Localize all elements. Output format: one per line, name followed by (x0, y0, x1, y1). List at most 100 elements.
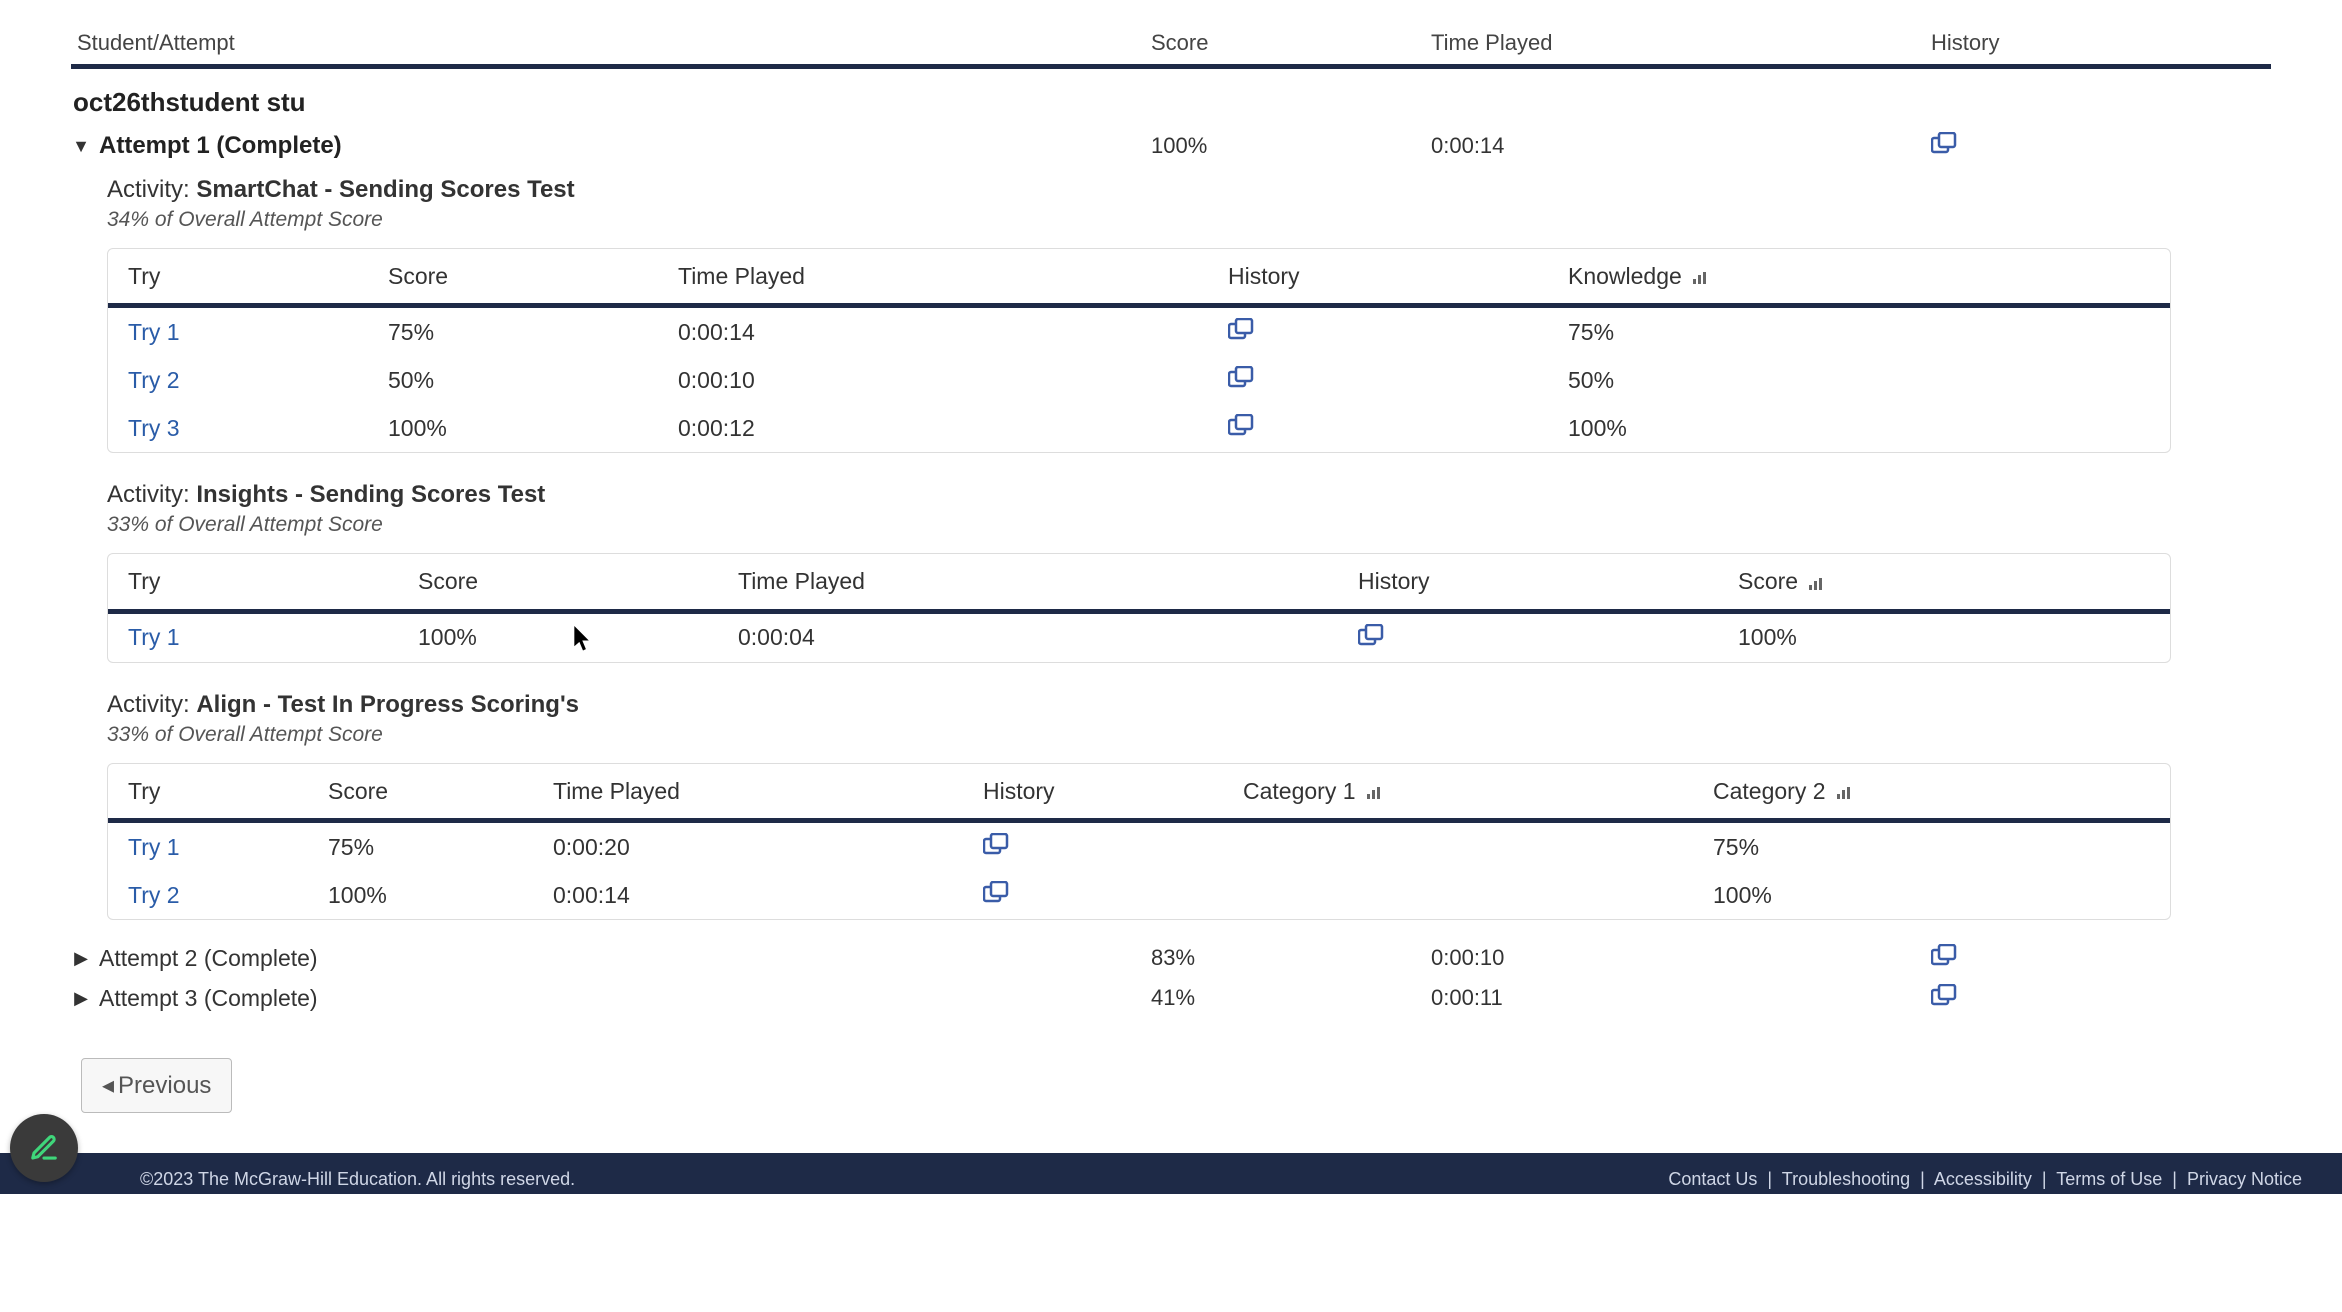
try-table: TryScoreTime PlayedHistoryKnowledge Try … (107, 248, 2171, 453)
try-table-row: Try 1 75% 0:00:14 75% (108, 308, 2170, 356)
try-table-header: TryScoreTime PlayedHistoryKnowledge (108, 249, 2170, 308)
history-icon[interactable] (1931, 944, 1957, 966)
try-col-header: Score (328, 778, 553, 806)
history-icon[interactable] (1358, 624, 1384, 646)
attempt-label: Attempt 1 (Complete) (99, 132, 342, 160)
attempt-score: 41% (1151, 985, 1431, 1011)
history-icon[interactable] (983, 833, 1009, 855)
bar-chart-icon (1808, 570, 1824, 597)
try-table-row: Try 1100%0:00:04100% (108, 614, 2170, 662)
try-link[interactable]: Try 1 (128, 319, 180, 345)
col-time: Time Played (1431, 30, 1931, 56)
history-icon[interactable] (1931, 132, 1957, 154)
activity-title: Activity: Align - Test In Progress Scori… (107, 691, 2271, 723)
try-col-header: Score (1738, 568, 2038, 596)
try-table-row: Try 250%0:00:1050% (108, 356, 2170, 404)
try-table-row: Try 3 100% 0:00:12 100% (108, 404, 2170, 452)
attempt-label: Attempt 2 (Complete) (99, 945, 318, 972)
col-student: Student/Attempt (71, 30, 1151, 56)
previous-label: Previous (118, 1072, 211, 1100)
try-link[interactable]: Try 2 (128, 882, 180, 908)
activity-weight: 33% of Overall Attempt Score (107, 723, 2271, 755)
try-cell: 0:00:14 (678, 319, 755, 345)
previous-button[interactable]: ◂Previous (81, 1058, 232, 1113)
try-link[interactable]: Try 1 (128, 834, 180, 860)
try-col-header: Score (418, 568, 738, 596)
history-icon[interactable] (1228, 366, 1254, 388)
activity-block: Activity: SmartChat - Sending Scores Tes… (71, 166, 2271, 471)
footer-link[interactable]: Contact Us (1668, 1169, 1757, 1189)
edit-fab[interactable] (10, 1114, 78, 1182)
try-col-header: History (1358, 568, 1738, 596)
try-cell: 100% (328, 882, 387, 908)
student-name: oct26thstudent stu (71, 69, 2271, 126)
try-cell: 0:00:12 (678, 415, 755, 441)
bar-chart-icon (1366, 779, 1382, 806)
history-icon[interactable] (1228, 414, 1254, 436)
try-col-header: Try (128, 778, 328, 806)
activity-block: Activity: Insights - Sending Scores Test… (71, 471, 2271, 680)
expand-arrow-icon[interactable]: ▶ (71, 948, 91, 969)
try-link[interactable]: Try 3 (128, 415, 180, 441)
activity-weight: 34% of Overall Attempt Score (107, 208, 2271, 240)
try-cell: 0:00:20 (553, 834, 630, 860)
footer-link[interactable]: Accessibility (1934, 1169, 2032, 1189)
try-table: TryScoreTime PlayedHistoryCategory 1 Cat… (107, 763, 2171, 920)
try-table-header: TryScoreTime PlayedHistoryScore (108, 554, 2170, 613)
activity-weight: 33% of Overall Attempt Score (107, 513, 2271, 545)
footer-link[interactable]: Troubleshooting (1782, 1169, 1910, 1189)
history-icon[interactable] (1228, 318, 1254, 340)
try-cell: 100% (1713, 882, 1772, 908)
try-col-header: History (983, 778, 1243, 806)
attempt-row[interactable]: ▶ Attempt 2 (Complete) 83%0:00:10 (71, 938, 2271, 978)
try-table-header: TryScoreTime PlayedHistoryCategory 1 Cat… (108, 764, 2170, 823)
activity-title: Activity: SmartChat - Sending Scores Tes… (107, 176, 2271, 208)
try-cell: 50% (1568, 367, 1614, 393)
try-col-header: Category 1 (1243, 778, 1713, 806)
activity-title: Activity: Insights - Sending Scores Test (107, 481, 2271, 513)
attempt-time: 0:00:14 (1431, 133, 1931, 159)
try-cell: 0:00:10 (678, 367, 755, 393)
try-cell: 100% (388, 415, 447, 441)
col-score: Score (1151, 30, 1431, 56)
attempt-row[interactable]: ▼ Attempt 1 (Complete) 100%0:00:14 (71, 126, 2271, 166)
attempt-score: 100% (1151, 133, 1431, 159)
attempt-row[interactable]: ▶ Attempt 3 (Complete) 41%0:00:11 (71, 978, 2271, 1018)
try-cell: 0:00:14 (553, 882, 630, 908)
attempt-score: 83% (1151, 945, 1431, 971)
try-cell: 100% (418, 624, 477, 650)
main-table-header: Student/AttemptScoreTime PlayedHistory (71, 20, 2271, 69)
try-table-row: Try 175%0:00:2075% (108, 823, 2170, 871)
expand-arrow-icon[interactable]: ▼ (71, 136, 91, 157)
try-cell: 100% (1568, 415, 1627, 441)
footer-copyright: ©2023 The McGraw-Hill Education. All rig… (140, 1169, 575, 1190)
try-col-header: Try (128, 263, 388, 291)
try-cell: 75% (1568, 319, 1614, 345)
col-history: History (1931, 30, 2261, 56)
try-col-header: Try (128, 568, 418, 596)
try-col-header: Knowledge (1568, 263, 1968, 291)
try-col-header: Time Played (738, 568, 1358, 596)
activity-block: Activity: Align - Test In Progress Scori… (71, 681, 2271, 938)
attempt-label: Attempt 3 (Complete) (99, 985, 318, 1012)
footer-link[interactable]: Privacy Notice (2187, 1169, 2302, 1189)
try-link[interactable]: Try 2 (128, 367, 180, 393)
try-cell: 75% (388, 319, 434, 345)
try-col-header: Time Played (553, 778, 983, 806)
try-table: TryScoreTime PlayedHistoryScore Try 1100… (107, 553, 2171, 662)
chevron-left-icon: ◂ (102, 1071, 114, 1100)
try-col-header: Category 2 (1713, 778, 2013, 806)
history-icon[interactable] (983, 881, 1009, 903)
try-col-header: Score (388, 263, 678, 291)
try-col-header: Time Played (678, 263, 1228, 291)
footer-link[interactable]: Terms of Use (2056, 1169, 2162, 1189)
attempt-time: 0:00:11 (1431, 985, 1931, 1011)
try-cell: 0:00:04 (738, 624, 815, 650)
expand-arrow-icon[interactable]: ▶ (71, 988, 91, 1009)
try-cell: 75% (1713, 834, 1759, 860)
bar-chart-icon (1836, 779, 1852, 806)
try-col-header: History (1228, 263, 1568, 291)
history-icon[interactable] (1931, 984, 1957, 1006)
try-link[interactable]: Try 1 (128, 624, 180, 650)
attempt-time: 0:00:10 (1431, 945, 1931, 971)
